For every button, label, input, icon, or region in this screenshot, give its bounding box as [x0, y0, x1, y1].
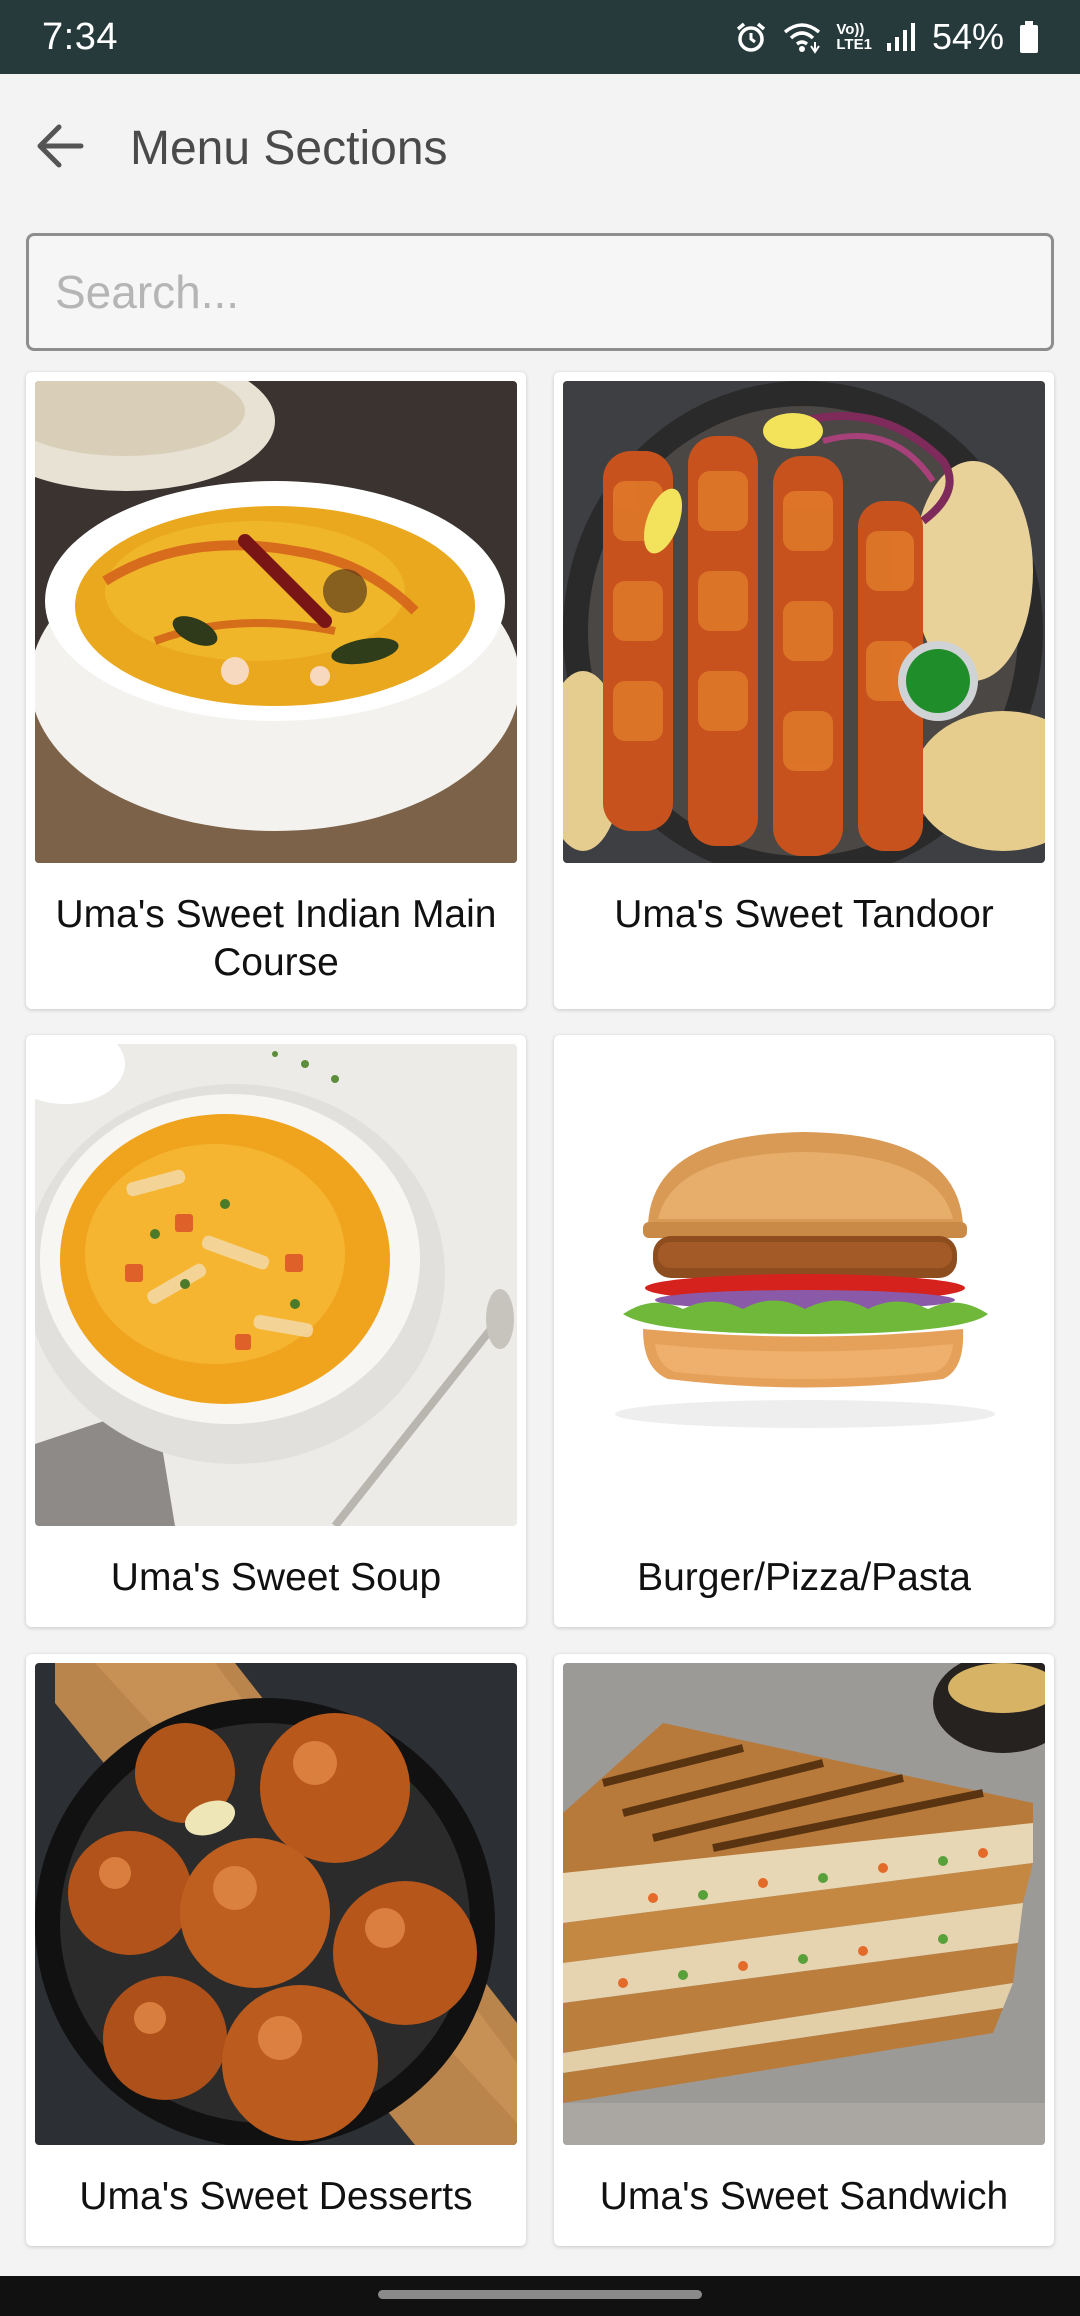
section-card-indian-main-course[interactable]: Uma's Sweet Indian Main Course — [26, 372, 526, 1009]
burger-image — [563, 1044, 1045, 1526]
status-bar: 7:34 Vo)) LTE1 54% — [0, 0, 1080, 74]
gulab-jamun-image — [35, 1663, 517, 2145]
section-label: Uma's Sweet Soup — [110, 1556, 442, 1599]
search-input[interactable] — [55, 265, 1051, 319]
section-label: Uma's Sweet Indian Main Course — [55, 893, 497, 984]
status-time: 7:34 — [42, 15, 118, 58]
battery-icon — [1018, 20, 1040, 54]
grilled-sandwich-image — [563, 1663, 1045, 2145]
home-gesture-handle[interactable] — [378, 2290, 702, 2299]
back-button[interactable] — [0, 88, 120, 208]
signal-icon — [886, 21, 918, 53]
soup-bowl-image — [35, 1044, 517, 1526]
section-card-desserts[interactable]: Uma's Sweet Desserts — [26, 1654, 526, 2246]
section-card-soup[interactable]: Uma's Sweet Soup — [26, 1035, 526, 1627]
system-nav-bar — [0, 2276, 1080, 2316]
section-label: Uma's Sweet Sandwich — [599, 2175, 1009, 2218]
page-title: Menu Sections — [130, 121, 448, 175]
volte-icon: Vo)) LTE1 — [836, 21, 872, 53]
menu-sections-grid: Uma's Sweet Indian Main Course Uma's Swe… — [26, 372, 1054, 2246]
alarm-icon — [734, 20, 768, 54]
section-card-tandoor[interactable]: Uma's Sweet Tandoor — [554, 372, 1054, 1009]
section-label: Uma's Sweet Tandoor — [614, 893, 994, 936]
wifi-icon — [782, 20, 822, 54]
section-label: Burger/Pizza/Pasta — [637, 1556, 971, 1599]
app-bar: Menu Sections — [0, 74, 1080, 222]
section-card-sandwich[interactable]: Uma's Sweet Sandwich — [554, 1654, 1054, 2246]
dal-bowl-image — [35, 381, 517, 863]
paneer-tikka-image — [563, 381, 1045, 863]
battery-percent: 54% — [931, 16, 1004, 57]
section-card-burger-pizza-pasta[interactable]: Burger/Pizza/Pasta — [554, 1035, 1054, 1627]
search-box — [26, 233, 1054, 351]
arrow-left-icon — [35, 123, 85, 174]
section-label: Uma's Sweet Desserts — [79, 2175, 473, 2218]
status-icons: Vo)) LTE1 54% — [734, 16, 1040, 58]
